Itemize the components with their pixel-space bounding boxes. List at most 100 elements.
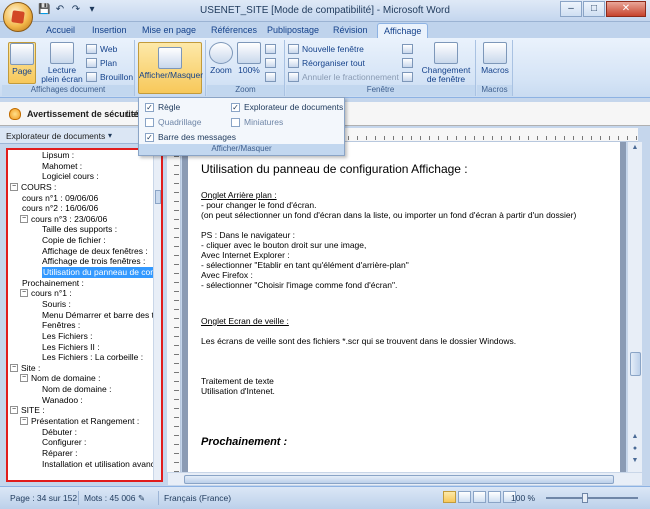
close-button[interactable]: ✕ xyxy=(606,1,646,17)
document-map-item[interactable]: Installation et utilisation avancée : xyxy=(8,459,161,470)
document-map-item[interactable]: Les Fichiers : La corbeille : xyxy=(8,352,154,363)
document-map-item[interactable]: Les Fichiers II : xyxy=(8,342,154,353)
document-map-selector[interactable]: Explorateur de documents xyxy=(6,130,136,142)
document-page[interactable]: Utilisation du panneau de configuration … xyxy=(188,142,620,472)
zoom-button[interactable]: Zoom xyxy=(209,42,233,75)
show-hide-button[interactable]: Afficher/Masquer xyxy=(138,42,203,94)
minimize-button[interactable]: – xyxy=(560,1,582,17)
draft-view-button[interactable]: Brouillon xyxy=(86,72,133,82)
document-map-item[interactable]: Affichage de trois fenêtres : xyxy=(8,256,154,267)
macros-button[interactable]: Macros xyxy=(481,42,509,75)
new-window-button[interactable]: Nouvelle fenêtre xyxy=(288,44,364,54)
document-map-item[interactable]: − COURS : xyxy=(8,182,154,193)
language-indicator[interactable]: Français (France) xyxy=(164,493,231,503)
web-layout-view-icon[interactable] xyxy=(473,491,486,503)
zoom-slider[interactable] xyxy=(546,493,638,503)
tab-accueil[interactable]: Accueil xyxy=(40,23,81,38)
reset-position-button[interactable] xyxy=(402,72,413,82)
gridlines-checkbox[interactable]: Quadrillage xyxy=(145,117,201,127)
document-map-item[interactable]: Réparer : xyxy=(8,448,154,459)
document-map-item[interactable]: cours n°2 : 16/06/06 xyxy=(8,203,154,214)
document-map-item[interactable]: − Présentation et Rangement : xyxy=(8,416,154,427)
document-map-item[interactable]: Souris : xyxy=(8,299,154,310)
reading-view-icon[interactable] xyxy=(458,491,471,503)
page-count[interactable]: Page : 34 sur 152 xyxy=(10,493,77,503)
browse-object-icon[interactable]: ● xyxy=(630,444,640,454)
zoom-label: Zoom xyxy=(210,65,232,75)
vertical-scrollbar[interactable]: ▲ ▲ ● ▼ xyxy=(627,142,642,472)
collapse-toggle-icon[interactable]: − xyxy=(10,363,18,372)
scroll-thumb[interactable] xyxy=(630,352,641,376)
collapse-toggle-icon[interactable]: − xyxy=(20,374,28,383)
document-map-item[interactable]: Débuter : xyxy=(8,427,154,438)
document-map-item[interactable]: Prochainement : xyxy=(8,278,154,289)
vertical-ruler[interactable] xyxy=(167,142,181,472)
zoom-slider-knob[interactable] xyxy=(582,493,588,503)
document-map-item[interactable]: Menu Démarrer et barre des tâches : xyxy=(8,310,161,321)
collapse-toggle-icon[interactable]: − xyxy=(10,406,18,415)
tab-mise-en-page[interactable]: Mise en page xyxy=(136,23,202,38)
full-screen-reading-button[interactable]: Lecture plein écran xyxy=(40,42,84,84)
chevron-down-icon[interactable]: ▾ xyxy=(104,130,116,142)
document-map-item[interactable]: Lipsum : xyxy=(8,150,154,161)
office-button[interactable] xyxy=(3,2,33,32)
document-map-item[interactable]: − Nom de domaine : xyxy=(8,373,154,384)
arrange-all-button[interactable]: Réorganiser tout xyxy=(288,58,365,68)
ribbon-tabs: Accueil Insertion Mise en page Référence… xyxy=(0,22,650,38)
document-map-item[interactable]: Fenêtres : xyxy=(8,320,154,331)
tab-insertion[interactable]: Insertion xyxy=(86,23,133,38)
document-map-item[interactable]: Affichage de deux fenêtres : xyxy=(8,246,154,257)
zoom-level[interactable]: 100 % xyxy=(511,493,535,503)
page-width-button[interactable] xyxy=(265,72,276,82)
outline-view-button[interactable]: Plan xyxy=(86,58,117,68)
word-count[interactable]: Mots : 45 006 xyxy=(84,493,136,503)
message-bar-checkbox[interactable]: ✓ Barre des messages xyxy=(145,132,236,142)
collapse-toggle-icon[interactable]: − xyxy=(20,214,28,223)
scroll-thumb[interactable] xyxy=(184,475,614,484)
collapse-toggle-icon[interactable]: − xyxy=(20,417,28,426)
tab-references[interactable]: Références xyxy=(205,23,263,38)
page-view-button[interactable]: Page xyxy=(8,42,36,84)
web-layout-icon xyxy=(86,44,97,54)
document-map-item[interactable]: Les Fichiers : xyxy=(8,331,154,342)
web-view-button[interactable]: Web xyxy=(86,44,117,54)
document-map-item[interactable]: − SITE : xyxy=(8,405,154,416)
tab-revision[interactable]: Révision xyxy=(327,23,374,38)
document-map-item[interactable]: Taille des supports : xyxy=(8,224,154,235)
document-map-scrollbar[interactable] xyxy=(153,150,161,480)
document-map-item[interactable]: cours n°1 : 09/06/06 xyxy=(8,193,154,204)
sync-scroll-button[interactable] xyxy=(402,58,413,68)
scroll-up-icon[interactable]: ▲ xyxy=(630,143,640,153)
document-map-item[interactable]: Wanadoo : xyxy=(8,395,154,406)
next-page-icon[interactable]: ▼ xyxy=(630,456,640,466)
side-by-side-button[interactable] xyxy=(402,44,413,54)
scroll-thumb[interactable] xyxy=(155,190,161,204)
tab-affichage[interactable]: Affichage xyxy=(377,23,429,38)
switch-window-button[interactable]: Changement de fenêtre xyxy=(420,42,472,84)
outline-view-icon[interactable] xyxy=(488,491,501,503)
document-map-item[interactable]: Copie de fichier : xyxy=(8,235,154,246)
document-map-item[interactable]: − Site : xyxy=(8,363,154,374)
two-pages-button[interactable] xyxy=(265,58,276,68)
document-map-item[interactable]: − cours n°3 : 23/06/06 xyxy=(8,214,154,225)
document-map-item[interactable]: Mahomet : xyxy=(8,161,154,172)
horizontal-scrollbar[interactable] xyxy=(168,472,642,485)
tab-publipostage[interactable]: Publipostage xyxy=(261,23,325,38)
zoom-100-button[interactable]: 100% xyxy=(237,42,261,75)
document-map-item[interactable]: Logiciel cours : xyxy=(8,171,154,182)
thumbnails-checkbox[interactable]: Miniatures xyxy=(231,117,283,127)
proofing-icon[interactable]: ✎ xyxy=(138,493,145,504)
document-map-checkbox[interactable]: ✓ Explorateur de documents xyxy=(231,102,343,112)
document-map-item[interactable]: − cours n°1 : xyxy=(8,288,154,299)
collapse-toggle-icon[interactable]: − xyxy=(10,182,18,191)
ruler-checkbox[interactable]: ✓ Règle xyxy=(145,102,180,112)
document-map-item[interactable]: Nom de domaine : xyxy=(8,384,154,395)
one-page-button[interactable] xyxy=(265,44,276,54)
remove-split-button[interactable]: Annuler le fractionnement xyxy=(288,72,399,82)
collapse-toggle-icon[interactable]: − xyxy=(20,289,28,298)
document-map-item[interactable]: Utilisation du panneau de configuration … xyxy=(8,267,161,278)
document-map-item[interactable]: Configurer : xyxy=(8,437,154,448)
page-layout-view-icon[interactable] xyxy=(443,491,456,503)
maximize-button[interactable]: □ xyxy=(583,1,605,17)
prev-page-icon[interactable]: ▲ xyxy=(630,432,640,442)
